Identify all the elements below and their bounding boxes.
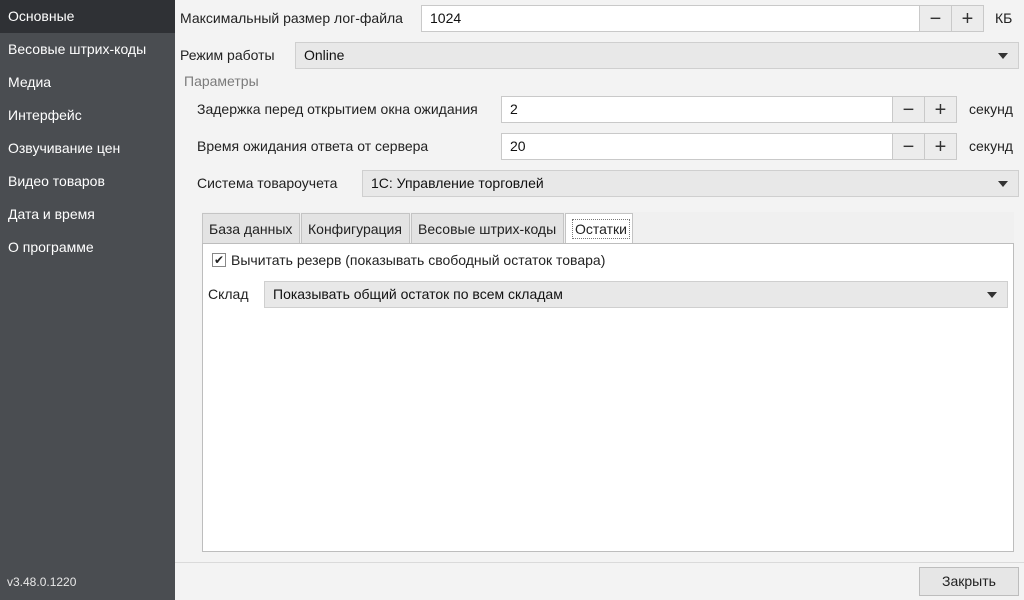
warehouse-select[interactable]: Показывать общий остаток по всем складам xyxy=(264,281,1008,308)
chevron-down-icon xyxy=(998,53,1008,59)
warehouse-label: Склад xyxy=(208,286,249,302)
reserve-checkbox-label: Вычитать резерв (показывать свободный ос… xyxy=(231,252,606,268)
server-timeout-label: Время ожидания ответа от сервера xyxy=(197,138,429,154)
chevron-down-icon xyxy=(987,292,997,298)
mode-select-value: Online xyxy=(304,47,345,63)
accounting-system-label: Система товароучета xyxy=(197,175,338,191)
server-timeout-input[interactable]: 20 xyxy=(501,133,893,160)
tab-database[interactable]: База данных xyxy=(202,213,300,244)
wait-delay-increment-button[interactable]: + xyxy=(924,96,957,123)
minus-icon: − xyxy=(902,135,915,158)
plus-icon: + xyxy=(961,7,974,30)
sidebar-item-media[interactable]: Медиа xyxy=(0,66,175,99)
log-size-input[interactable]: 1024 xyxy=(421,5,920,32)
warehouse-select-value: Показывать общий остаток по всем складам xyxy=(273,286,563,302)
tab-configuration[interactable]: Конфигурация xyxy=(301,213,410,244)
minus-icon: − xyxy=(902,98,915,121)
log-size-decrement-button[interactable]: − xyxy=(919,5,952,32)
server-timeout-decrement-button[interactable]: − xyxy=(892,133,925,160)
wait-delay-input[interactable]: 2 xyxy=(501,96,893,123)
params-group-title: Параметры xyxy=(184,73,259,89)
sidebar-item-product-video[interactable]: Видео товаров xyxy=(0,165,175,198)
plus-icon: + xyxy=(934,135,947,158)
accounting-system-value: 1С: Управление торговлей xyxy=(371,175,544,191)
sidebar-item-about[interactable]: О программе xyxy=(0,231,175,264)
reserve-checkbox[interactable]: ✔ xyxy=(212,253,226,267)
server-timeout-unit: секунд xyxy=(969,138,1013,154)
wait-delay-unit: секунд xyxy=(969,101,1013,117)
chevron-down-icon xyxy=(998,181,1008,187)
accounting-system-select[interactable]: 1С: Управление торговлей xyxy=(362,170,1019,197)
plus-icon: + xyxy=(934,98,947,121)
log-size-increment-button[interactable]: + xyxy=(951,5,984,32)
sidebar-item-date-time[interactable]: Дата и время xyxy=(0,198,175,231)
minus-icon: − xyxy=(929,7,942,30)
mode-select[interactable]: Online xyxy=(295,42,1019,69)
server-timeout-increment-button[interactable]: + xyxy=(924,133,957,160)
mode-label: Режим работы xyxy=(180,47,275,63)
tab-stock[interactable]: Остатки xyxy=(565,213,633,245)
close-button[interactable]: Закрыть xyxy=(919,567,1019,596)
sidebar-item-interface[interactable]: Интерфейс xyxy=(0,99,175,132)
log-size-label: Максимальный размер лог-файла xyxy=(180,10,403,26)
wait-delay-label: Задержка перед открытием окна ожидания xyxy=(197,101,478,117)
log-size-unit: КБ xyxy=(995,10,1013,26)
reserve-checkbox-row[interactable]: ✔ Вычитать резерв (показывать свободный … xyxy=(212,250,605,270)
checkmark-icon: ✔ xyxy=(213,253,225,267)
footer-divider xyxy=(175,562,1024,563)
sidebar: Основные Весовые штрих-коды Медиа Интерф… xyxy=(0,0,175,600)
version-label: v3.48.0.1220 xyxy=(7,575,77,589)
tab-weight-barcodes[interactable]: Весовые штрих-коды xyxy=(411,213,564,244)
wait-delay-decrement-button[interactable]: − xyxy=(892,96,925,123)
sidebar-item-weight-barcodes[interactable]: Весовые штрих-коды xyxy=(0,33,175,66)
sidebar-item-price-voice[interactable]: Озвучивание цен xyxy=(0,132,175,165)
sidebar-item-basic[interactable]: Основные xyxy=(0,0,175,33)
